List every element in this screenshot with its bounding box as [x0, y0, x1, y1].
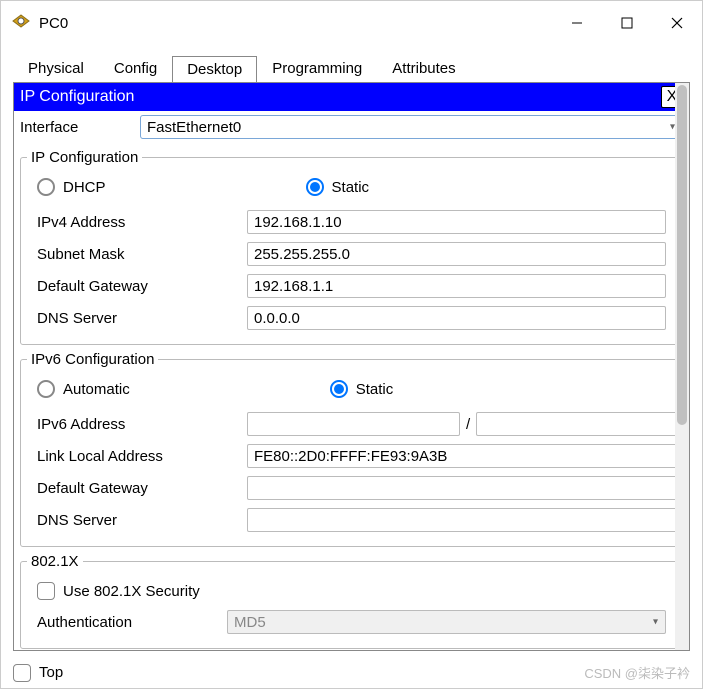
window-controls	[552, 1, 702, 45]
close-button[interactable]	[652, 1, 702, 45]
radio-dhcp[interactable]: DHCP	[37, 178, 106, 196]
tab-programming[interactable]: Programming	[257, 55, 377, 82]
dot1x-checkbox[interactable]	[37, 582, 55, 600]
authentication-select[interactable]	[227, 610, 666, 634]
window-title: PC0	[39, 15, 552, 32]
radio-automatic-label: Automatic	[63, 381, 130, 398]
panel-title: IP Configuration	[20, 88, 661, 106]
dot1x-checkbox-row: Use 802.1X Security	[27, 576, 676, 606]
subnet-mask-input[interactable]	[247, 242, 666, 266]
tab-attributes[interactable]: Attributes	[377, 55, 470, 82]
ipv6-address-label: IPv6 Address	[37, 416, 247, 433]
dns-server-input[interactable]	[247, 306, 666, 330]
ipv6-fieldset: IPv6 Configuration Automatic Static IPv6…	[20, 351, 689, 547]
ipv6-prefix-input[interactable]	[476, 412, 689, 436]
footer: Top CSDN @柒染子衿	[1, 657, 702, 688]
tab-config[interactable]: Config	[99, 55, 172, 82]
ipv6-gateway-input[interactable]	[247, 476, 689, 500]
authentication-label: Authentication	[37, 614, 227, 631]
ipv4-fieldset: IP Configuration DHCP Static IPv4 Addres…	[20, 149, 683, 345]
tab-physical[interactable]: Physical	[13, 55, 99, 82]
content-area: IP Configuration X Interface ▾ IP Config…	[13, 82, 690, 651]
dot1x-fieldset: 802.1X Use 802.1X Security Authenticatio…	[20, 553, 683, 649]
radio-static-ipv6-label: Static	[356, 381, 394, 398]
ipv4-legend: IP Configuration	[27, 149, 142, 166]
tab-desktop[interactable]: Desktop	[172, 56, 257, 83]
ipv6-mode-radios: Automatic Static	[27, 374, 689, 408]
interface-select[interactable]	[140, 115, 683, 139]
scrollbar-thumb[interactable]	[677, 85, 687, 425]
dns-server-label: DNS Server	[37, 310, 247, 327]
interface-row: Interface ▾	[14, 111, 689, 143]
link-local-label: Link Local Address	[37, 448, 247, 465]
ipv6-address-input[interactable]	[247, 412, 460, 436]
ipv6-dns-input[interactable]	[247, 508, 689, 532]
content-scroll: IP Configuration X Interface ▾ IP Config…	[14, 83, 689, 650]
radio-automatic[interactable]: Automatic	[37, 380, 130, 398]
ipv6-gateway-label: Default Gateway	[37, 480, 247, 497]
ipv6-dns-label: DNS Server	[37, 512, 247, 529]
ipv4-mode-radios: DHCP Static	[27, 172, 676, 206]
default-gateway-input[interactable]	[247, 274, 666, 298]
interface-label: Interface	[20, 119, 140, 136]
minimize-button[interactable]	[552, 1, 602, 45]
app-icon	[11, 13, 31, 33]
radio-static-ipv6[interactable]: Static	[330, 380, 394, 398]
scrollbar[interactable]	[675, 83, 689, 650]
top-checkbox[interactable]	[13, 664, 31, 682]
ipv4-address-label: IPv4 Address	[37, 214, 247, 231]
maximize-button[interactable]	[602, 1, 652, 45]
ipv4-address-input[interactable]	[247, 210, 666, 234]
radio-dhcp-label: DHCP	[63, 179, 106, 196]
dot1x-legend: 802.1X	[27, 553, 83, 570]
ipv6-legend: IPv6 Configuration	[27, 351, 158, 368]
titlebar: PC0	[1, 1, 702, 45]
radio-static-ipv4-label: Static	[332, 179, 370, 196]
tab-bar: Physical Config Desktop Programming Attr…	[1, 45, 702, 82]
prefix-separator: /	[466, 416, 470, 433]
default-gateway-label: Default Gateway	[37, 278, 247, 295]
radio-static-ipv4[interactable]: Static	[306, 178, 370, 196]
subnet-mask-label: Subnet Mask	[37, 246, 247, 263]
link-local-input[interactable]	[247, 444, 689, 468]
top-label: Top	[39, 664, 63, 681]
window: PC0 Physical Config Desktop Programming …	[0, 0, 703, 689]
panel-header: IP Configuration X	[14, 83, 689, 111]
watermark: CSDN @柒染子衿	[584, 663, 690, 682]
dot1x-checkbox-label: Use 802.1X Security	[63, 583, 200, 600]
